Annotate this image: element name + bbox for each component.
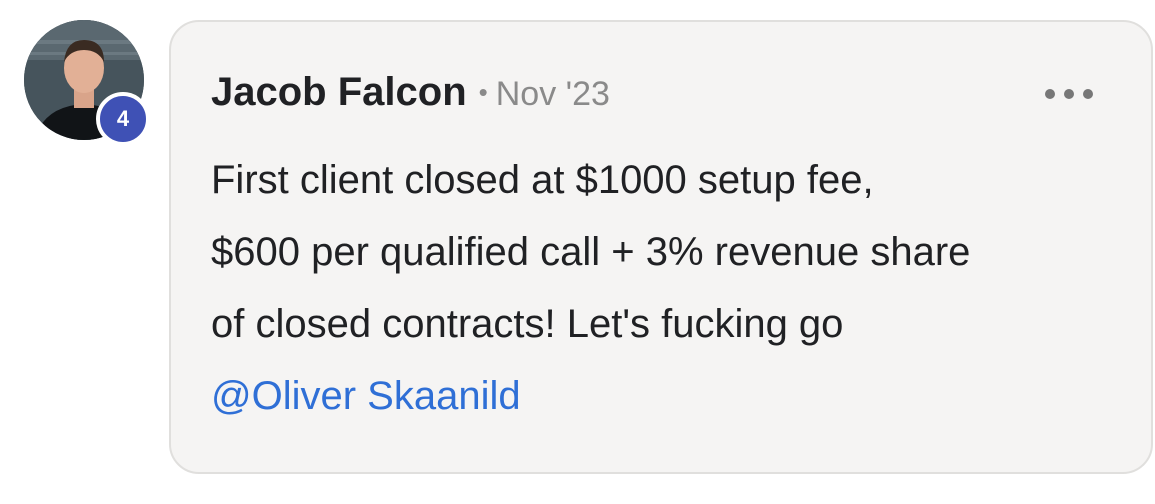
- comment-body-line: First client closed at $1000 setup fee,: [211, 158, 874, 202]
- comment-body-line: of closed contracts! Let's fucking go: [211, 302, 844, 346]
- post-date[interactable]: Nov '23: [496, 75, 610, 114]
- level-badge: 4: [96, 92, 150, 146]
- comment-body: First client closed at $1000 setup fee, …: [211, 144, 1131, 432]
- more-dot: [1064, 89, 1074, 99]
- more-dot: [1083, 89, 1093, 99]
- comment-body-line: $600 per qualified call + 3% revenue sha…: [211, 230, 971, 274]
- comment-header: Jacob Falcon • Nov '23: [211, 70, 610, 115]
- comment-post: 4 Jacob Falcon • Nov '23 First client cl…: [0, 0, 1155, 504]
- comment-bubble: Jacob Falcon • Nov '23 First client clos…: [169, 20, 1153, 474]
- user-mention-link[interactable]: @Oliver Skaanild: [211, 360, 1131, 432]
- more-dot: [1045, 89, 1055, 99]
- author-name[interactable]: Jacob Falcon: [211, 70, 467, 115]
- more-options-icon[interactable]: [1045, 82, 1093, 106]
- meta-separator: •: [478, 77, 488, 107]
